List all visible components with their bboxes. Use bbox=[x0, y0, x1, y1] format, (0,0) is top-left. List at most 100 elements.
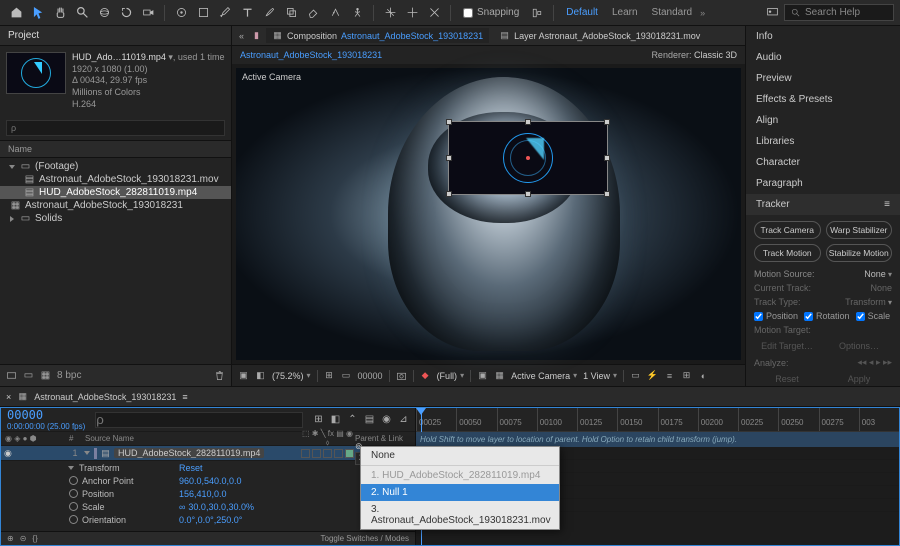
time-ruler[interactable]: 0002500050 0007500100 0012500150 0017500… bbox=[416, 408, 899, 432]
comp-mini-flowchart-icon[interactable]: ⊞ bbox=[313, 414, 324, 425]
transparency-grid-icon[interactable]: ▦ bbox=[494, 370, 505, 381]
popup-none[interactable]: None bbox=[361, 447, 559, 464]
alpha-icon[interactable]: ▣ bbox=[238, 370, 249, 381]
toggle-switches[interactable]: ⊕⊝{} bbox=[7, 534, 38, 543]
panel-effects[interactable]: Effects & Presets bbox=[746, 89, 900, 110]
stopwatch-icon[interactable] bbox=[69, 515, 78, 524]
position-checkbox[interactable]: Position bbox=[754, 311, 798, 321]
popup-item[interactable]: 1. HUD_AdobeStock_282811019.mp4 bbox=[361, 467, 559, 484]
snap-edge-icon[interactable] bbox=[527, 3, 547, 23]
toggle-mask-icon[interactable]: ▭ bbox=[341, 370, 352, 381]
orbit-tool-icon[interactable] bbox=[94, 3, 114, 23]
view-axis-icon[interactable] bbox=[424, 3, 444, 23]
channel-icon[interactable]: ◆ bbox=[420, 370, 431, 381]
workspace-default[interactable]: Default bbox=[566, 7, 598, 18]
edit-target-button[interactable]: Edit Target… bbox=[754, 339, 820, 353]
stopwatch-icon[interactable] bbox=[69, 489, 78, 498]
sync-settings-icon[interactable] bbox=[762, 3, 782, 23]
current-time[interactable]: 00000 bbox=[358, 371, 383, 381]
selection-tool-icon[interactable] bbox=[28, 3, 48, 23]
tab-lock-icon[interactable]: ▮ bbox=[251, 30, 262, 41]
panel-info[interactable]: Info bbox=[746, 26, 900, 47]
panbehind-tool-icon[interactable] bbox=[171, 3, 191, 23]
timeline-comp-name[interactable]: Astronaut_AdobeStock_193018231 bbox=[34, 392, 176, 402]
eraser-tool-icon[interactable] bbox=[303, 3, 323, 23]
warp-stabilizer-button[interactable]: Warp Stabilizer bbox=[826, 221, 893, 239]
prop-position[interactable]: Position156,410,0.0 bbox=[1, 487, 415, 500]
layer-tab[interactable]: ▤Layer Astronaut_AdobeStock_193018231.mo… bbox=[493, 28, 706, 43]
bit-depth[interactable]: 8 bpc bbox=[57, 370, 81, 381]
fast-preview-icon[interactable]: ⚡ bbox=[647, 370, 658, 381]
world-axis-icon[interactable] bbox=[402, 3, 422, 23]
panel-paragraph[interactable]: Paragraph bbox=[746, 173, 900, 194]
camera-tool-icon[interactable] bbox=[138, 3, 158, 23]
interpret-icon[interactable] bbox=[6, 370, 17, 381]
shy-icon[interactable]: ⌃ bbox=[347, 414, 358, 425]
exposure-icon[interactable]: ◐ bbox=[698, 370, 709, 381]
new-folder-icon[interactable]: ▭ bbox=[23, 370, 34, 381]
clone-tool-icon[interactable] bbox=[281, 3, 301, 23]
local-axis-icon[interactable] bbox=[380, 3, 400, 23]
new-comp-icon[interactable]: ▦ bbox=[40, 370, 51, 381]
apply-button[interactable]: Apply bbox=[826, 372, 892, 386]
type-tool-icon[interactable] bbox=[237, 3, 257, 23]
draft3d-icon[interactable]: ◧ bbox=[330, 414, 341, 425]
rotation-checkbox[interactable]: Rotation bbox=[804, 311, 850, 321]
project-search-input[interactable] bbox=[6, 120, 225, 136]
panel-libraries[interactable]: Libraries bbox=[746, 131, 900, 152]
panel-align[interactable]: Align bbox=[746, 110, 900, 131]
shape-tool-icon[interactable] bbox=[193, 3, 213, 23]
prop-orientation[interactable]: Orientation0.0°,0.0°,250.0° bbox=[1, 513, 415, 526]
panel-tracker[interactable]: Tracker≡ bbox=[746, 194, 900, 215]
options-button[interactable]: Options… bbox=[826, 339, 892, 353]
folder-solids[interactable]: ▭Solids bbox=[0, 212, 231, 225]
layer-row-selected[interactable]: ◉ 1 ▤HUD_AdobeStock_282811019.mp4 ⊚ 2. N… bbox=[1, 446, 415, 461]
stopwatch-icon[interactable] bbox=[69, 502, 78, 511]
trash-icon[interactable] bbox=[214, 370, 225, 381]
zoom-tool-icon[interactable] bbox=[72, 3, 92, 23]
tab-prev-icon[interactable]: « bbox=[236, 30, 247, 41]
brush-tool-icon[interactable] bbox=[259, 3, 279, 23]
viewer-canvas[interactable]: Active Camera bbox=[236, 68, 741, 360]
snapshot-icon[interactable] bbox=[396, 370, 407, 381]
popup-item-selected[interactable]: 2. Null 1 bbox=[361, 484, 559, 501]
workspace-learn[interactable]: Learn bbox=[612, 7, 638, 18]
selected-layer-overlay[interactable] bbox=[448, 121, 608, 195]
layer-search-input[interactable] bbox=[95, 412, 303, 428]
composition-tab[interactable]: ▦Composition Astronaut_AdobeStock_193018… bbox=[266, 28, 489, 43]
roto-tool-icon[interactable] bbox=[325, 3, 345, 23]
help-search[interactable]: Search Help bbox=[784, 4, 894, 21]
hand-tool-icon[interactable] bbox=[50, 3, 70, 23]
transform-group[interactable]: TransformReset bbox=[1, 461, 415, 474]
frame-blend-icon[interactable]: ▤ bbox=[364, 414, 375, 425]
views-dropdown[interactable]: 1 View bbox=[583, 371, 617, 381]
snapping-checkbox[interactable]: Snapping bbox=[463, 7, 519, 18]
motion-source-dropdown[interactable]: None bbox=[864, 269, 892, 279]
scale-checkbox[interactable]: Scale bbox=[856, 311, 891, 321]
track-motion-button[interactable]: Track Motion bbox=[754, 244, 821, 262]
graph-editor-icon[interactable]: ⊿ bbox=[398, 414, 409, 425]
preview-favor-icon[interactable]: ⊞ bbox=[324, 370, 335, 381]
stopwatch-icon[interactable] bbox=[69, 476, 78, 485]
draft3d-icon[interactable]: ◧ bbox=[255, 370, 266, 381]
rotation-tool-icon[interactable] bbox=[116, 3, 136, 23]
panel-audio[interactable]: Audio bbox=[746, 47, 900, 68]
camera-dropdown[interactable]: Active Camera bbox=[511, 371, 577, 381]
flowchart-icon[interactable]: ⊞ bbox=[681, 370, 692, 381]
roi-icon[interactable]: ▣ bbox=[477, 370, 488, 381]
footage-item-selected[interactable]: ▤HUD_AdobeStock_282811019.mp4 bbox=[0, 186, 231, 199]
panel-character[interactable]: Character bbox=[746, 152, 900, 173]
folder-footage[interactable]: ▭(Footage) bbox=[0, 160, 231, 173]
timeline-close-icon[interactable]: × bbox=[6, 392, 11, 402]
puppet-tool-icon[interactable] bbox=[347, 3, 367, 23]
motion-blur-icon[interactable]: ◉ bbox=[381, 414, 392, 425]
footage-item[interactable]: ▤Astronaut_AdobeStock_193018231.mov bbox=[0, 173, 231, 186]
workspace-overflow-icon[interactable]: » bbox=[700, 8, 705, 18]
prop-scale[interactable]: Scale∞30.0,30.0,30.0% bbox=[1, 500, 415, 513]
home-icon[interactable] bbox=[6, 3, 26, 23]
resolution-dropdown[interactable]: (Full) bbox=[437, 371, 465, 381]
stabilize-motion-button[interactable]: Stabilize Motion bbox=[826, 244, 893, 262]
panel-preview[interactable]: Preview bbox=[746, 68, 900, 89]
zoom-dropdown[interactable]: (75.2%) bbox=[272, 371, 311, 381]
current-timecode[interactable]: 00000 bbox=[7, 408, 85, 422]
